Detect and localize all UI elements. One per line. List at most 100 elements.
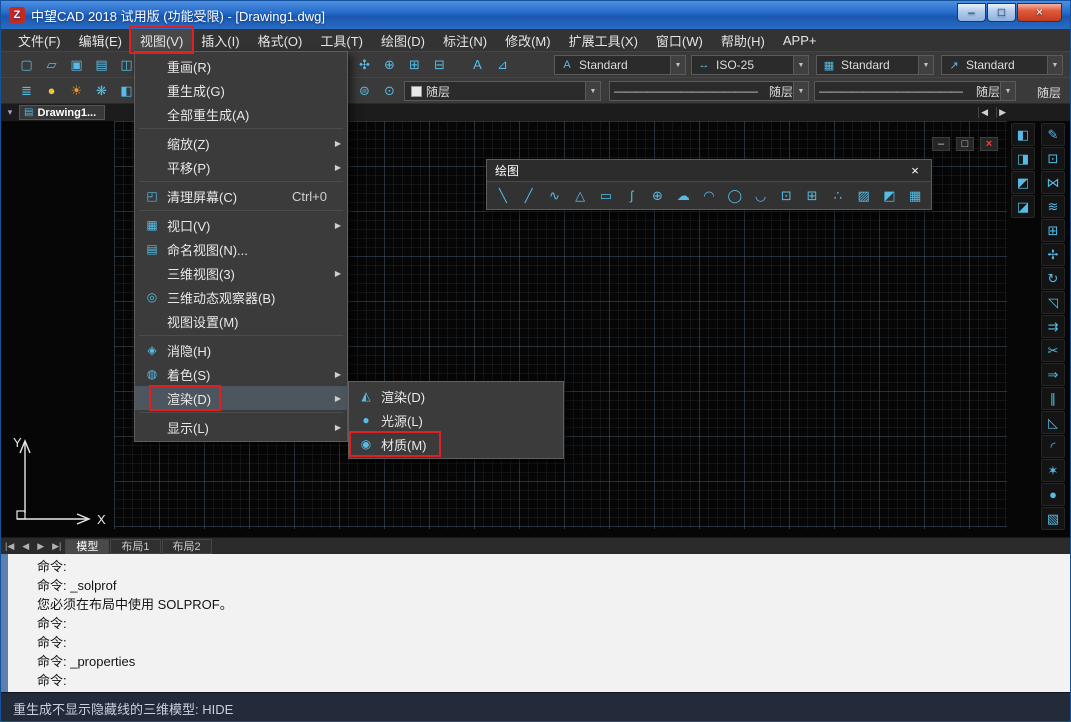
tab-layout1[interactable]: 布局1 (110, 538, 161, 554)
draworder-above-icon[interactable]: ◩ (1011, 171, 1035, 194)
polygon-icon[interactable]: △ (568, 185, 592, 207)
layer-states-icon[interactable]: ⊜ (353, 80, 376, 101)
layer-on-icon[interactable]: ● (40, 80, 63, 101)
view-menu-item-regen-all[interactable]: 全部重生成(A) (135, 102, 347, 126)
draworder-back-icon[interactable]: ◨ (1011, 147, 1035, 170)
layer-isolate-icon[interactable]: ⊙ (378, 80, 401, 101)
view-menu-item-clean-screen[interactable]: ◰ 清理屏幕(C) Ctrl+0 (135, 184, 347, 208)
tab-layout2[interactable]: 布局2 (161, 538, 212, 554)
stretch-icon[interactable]: ⇉ (1041, 315, 1065, 338)
tab-prev-icon[interactable]: ◀ (18, 541, 33, 552)
render-sphere-icon[interactable]: ● (1041, 483, 1065, 506)
doc-minimize-button[interactable]: – (932, 137, 950, 151)
chevron-down-icon[interactable]: ▼ (1000, 82, 1015, 100)
layer-sun-icon[interactable]: ☀ (65, 80, 88, 101)
color-control-combo[interactable]: 随层 ▼ (404, 81, 601, 101)
menubar-item-format[interactable]: 格式(O) (249, 29, 312, 52)
hatch-edit-icon[interactable]: ▧ (1041, 507, 1065, 530)
view-menu-item-viewports[interactable]: ▦ 视口(V) ▶ (135, 213, 347, 237)
array-icon[interactable]: ⊞ (1041, 219, 1065, 242)
text-style-manager-icon[interactable]: A (466, 54, 489, 75)
chevron-down-icon[interactable]: ▼ (670, 56, 685, 74)
save-icon[interactable]: ▣ (65, 54, 88, 75)
tab-scroll-left-icon[interactable]: ◀ (978, 107, 990, 118)
doc-close-button[interactable]: × (980, 137, 998, 151)
tab-next-icon[interactable]: ▶ (33, 541, 48, 552)
chevron-down-icon[interactable]: ▼ (793, 56, 808, 74)
chevron-down-icon[interactable]: ▼ (585, 82, 600, 100)
offset-icon[interactable]: ≋ (1041, 195, 1065, 218)
view-menu-item-regen[interactable]: 重生成(G) (135, 78, 347, 102)
chevron-down-icon[interactable]: ▼ (793, 82, 808, 100)
line-icon[interactable]: ╲ (491, 185, 515, 207)
fillet-icon[interactable]: ◜ (1041, 435, 1065, 458)
revcloud-icon[interactable]: ☁ (671, 185, 695, 207)
doc-restore-button[interactable]: □ (956, 137, 974, 151)
linetype-combo[interactable]: ————————————— 随层 ▼ (609, 81, 809, 101)
menubar-item-app-plus[interactable]: APP+ (774, 31, 826, 50)
ellipse-icon[interactable]: ◯ (723, 185, 747, 207)
rotate-icon[interactable]: ↻ (1041, 267, 1065, 290)
menubar-item-view[interactable]: 视图(V) (128, 25, 195, 54)
draworder-front-icon[interactable]: ◧ (1011, 123, 1035, 146)
scale-icon[interactable]: ◹ (1041, 291, 1065, 314)
zoom-previous-icon[interactable]: ⊟ (428, 54, 451, 75)
view-menu-item-view-settings[interactable]: 视图设置(M) (135, 309, 347, 333)
render-submenu-item-material[interactable]: ◉ 材质(M) (349, 431, 563, 457)
maximize-button[interactable]: □ (987, 2, 1016, 22)
view-menu-item-display[interactable]: 显示(L) ▶ (135, 415, 347, 439)
menubar-item-tools[interactable]: 工具(T) (311, 29, 372, 52)
render-submenu-item-render[interactable]: ◭ 渲染(D) (349, 384, 563, 408)
rectangle-icon[interactable]: ▭ (594, 185, 618, 207)
draw-palette[interactable]: 绘图 × ╲ ╱ ∿ △ ▭ ʃ ⊕ ☁ ◠ ◯ ◡ ⊡ ⊞ ∴ ▨ ◩ ▦ (486, 159, 932, 210)
arc-icon[interactable]: ◠ (697, 185, 721, 207)
mleader-style-combo[interactable]: ↗ Standard ▼ (941, 55, 1063, 75)
zoom-realtime-icon[interactable]: ⊕ (378, 54, 401, 75)
erase-icon[interactable]: ✎ (1041, 123, 1065, 146)
render-submenu-item-light[interactable]: ● 光源(L) (349, 408, 563, 432)
draw-palette-titlebar[interactable]: 绘图 × (487, 160, 931, 182)
view-menu-item-3d-orbit[interactable]: ◎ 三维动态观察器(B) (135, 285, 347, 309)
point-icon[interactable]: ∴ (826, 185, 850, 207)
spline-icon[interactable]: ʃ (620, 185, 644, 207)
circle-icon[interactable]: ⊕ (646, 185, 670, 207)
table-icon[interactable]: ▦ (903, 185, 927, 207)
menubar-item-help[interactable]: 帮助(H) (712, 29, 774, 52)
close-icon[interactable]: × (907, 163, 923, 178)
menubar-item-draw[interactable]: 绘图(D) (372, 29, 434, 52)
menubar-item-express[interactable]: 扩展工具(X) (560, 29, 647, 52)
minimize-button[interactable]: – (957, 2, 986, 22)
ellipse-arc-icon[interactable]: ◡ (749, 185, 773, 207)
new-file-icon[interactable]: ▢ (15, 54, 38, 75)
text-style-combo[interactable]: A Standard ▼ (554, 55, 686, 75)
extend-icon[interactable]: ⇒ (1041, 363, 1065, 386)
explode-icon[interactable]: ✶ (1041, 459, 1065, 482)
close-button[interactable]: × (1017, 2, 1062, 22)
view-menu-item-named-views[interactable]: ▤ 命名视图(N)... (135, 237, 347, 261)
command-window-grip[interactable] (1, 554, 8, 692)
tab-scroll-right-icon[interactable]: ▶ (996, 107, 1008, 118)
tab-model[interactable]: 模型 (65, 538, 110, 554)
chevron-down-icon[interactable]: ▼ (1047, 56, 1062, 74)
move-icon[interactable]: ✢ (1041, 243, 1065, 266)
layer-properties-icon[interactable]: ≣ (15, 80, 38, 101)
menubar-item-window[interactable]: 窗口(W) (647, 29, 712, 52)
zoom-window-icon[interactable]: ⊞ (403, 54, 426, 75)
view-menu-item-3d-views[interactable]: 三维视图(3) ▶ (135, 261, 347, 285)
menubar-item-modify[interactable]: 修改(M) (496, 29, 560, 52)
tab-last-icon[interactable]: ▶| (48, 541, 65, 552)
dim-style-manager-icon[interactable]: ⊿ (491, 54, 514, 75)
view-menu-item-hide[interactable]: ◈ 消隐(H) (135, 338, 347, 362)
menubar-item-insert[interactable]: 插入(I) (192, 29, 248, 52)
ray-icon[interactable]: ╱ (517, 185, 541, 207)
command-window[interactable]: 命令: 命令: _solprof 您必须在布局中使用 SOLPROF。 命令: … (1, 554, 1070, 692)
trim-icon[interactable]: ✂ (1041, 339, 1065, 362)
tab-first-icon[interactable]: |◀ (1, 541, 18, 552)
view-menu-item-redraw[interactable]: 重画(R) (135, 54, 347, 78)
view-menu-item-shade[interactable]: ◍ 着色(S) ▶ (135, 362, 347, 386)
print-icon[interactable]: ▤ (90, 54, 113, 75)
insert-block-icon[interactable]: ⊡ (774, 185, 798, 207)
menubar-item-file[interactable]: 文件(F) (9, 29, 70, 52)
dim-style-combo[interactable]: ↔ ISO-25 ▼ (691, 55, 809, 75)
view-menu-item-pan[interactable]: 平移(P) ▶ (135, 155, 347, 179)
